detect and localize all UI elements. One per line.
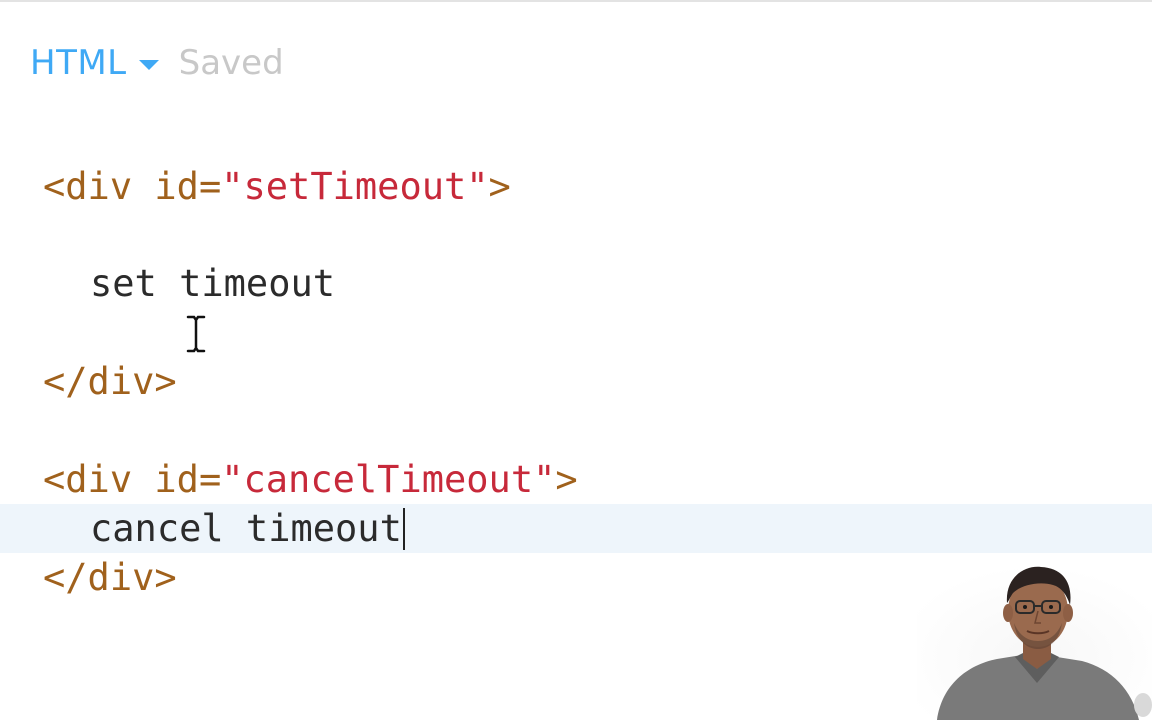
equals-sign: =	[198, 165, 222, 208]
code-line[interactable]: </div>	[0, 357, 1152, 406]
code-line[interactable]: set timeout	[0, 259, 1152, 308]
tag-name: div	[65, 458, 133, 501]
closing-tag: </div>	[43, 556, 177, 599]
closing-tag: </div>	[43, 360, 177, 403]
tag-close-bracket: >	[488, 165, 511, 208]
tag-name: div	[65, 165, 133, 208]
tag-open-bracket: <	[43, 458, 66, 501]
equals-sign: =	[198, 458, 222, 501]
text-cursor-icon	[185, 314, 207, 354]
tag-open-bracket: <	[43, 165, 66, 208]
text-content: cancel timeout	[90, 507, 402, 550]
text-caret	[402, 507, 405, 550]
attribute-value: "setTimeout"	[221, 165, 489, 208]
attribute-value: "cancelTimeout"	[221, 458, 556, 501]
tag-close-bracket: >	[555, 458, 578, 501]
text-content: set timeout	[90, 262, 336, 305]
active-code-line[interactable]: cancel timeout	[0, 504, 1152, 553]
presenter-webcam	[917, 565, 1152, 720]
attribute-name: id	[154, 165, 199, 208]
attribute-name: id	[154, 458, 199, 501]
code-line[interactable]: < div id = "cancelTimeout" >	[0, 455, 1152, 504]
code-line[interactable]: < div id = "setTimeout" >	[0, 162, 1152, 211]
